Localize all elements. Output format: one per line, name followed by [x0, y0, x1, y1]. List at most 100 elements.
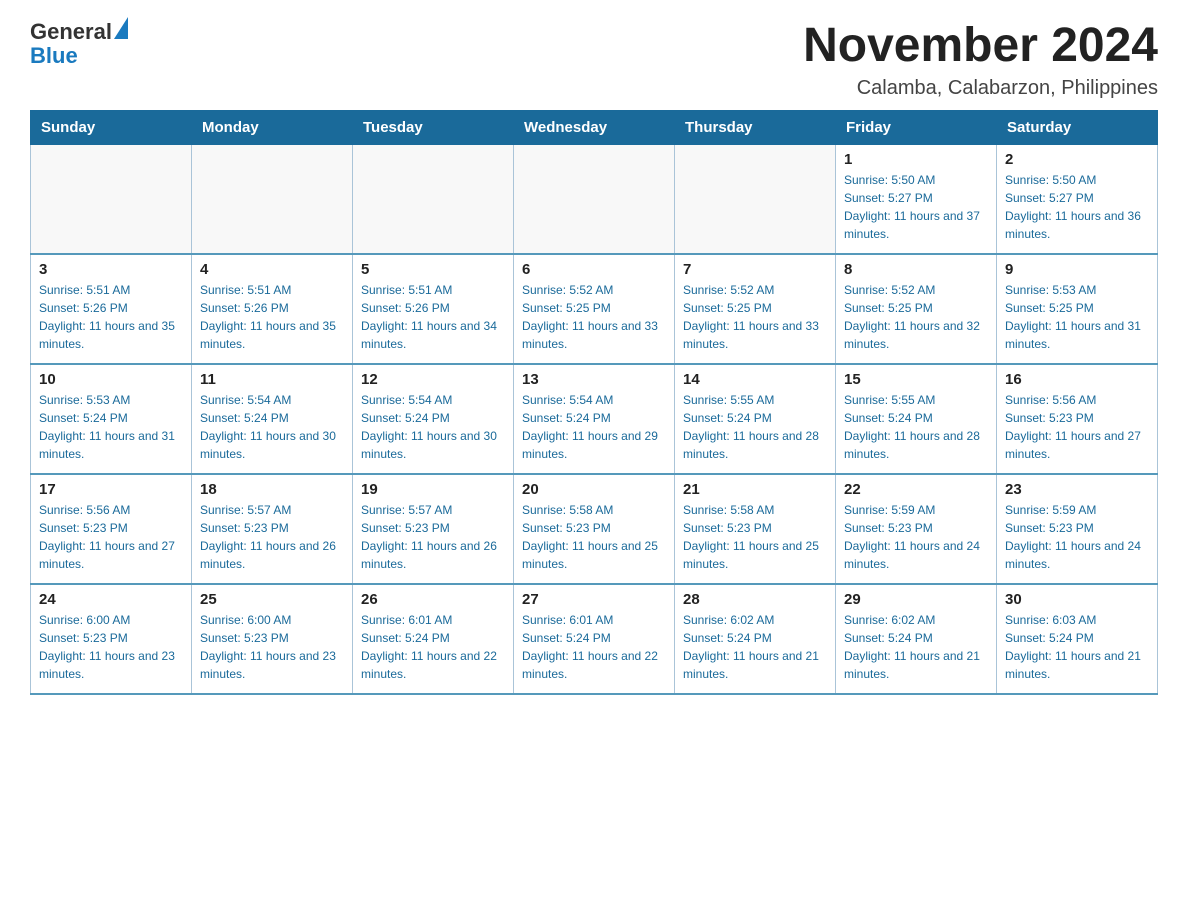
- day-number: 4: [200, 261, 344, 278]
- calendar-cell: 18Sunrise: 5:57 AMSunset: 5:23 PMDayligh…: [192, 474, 353, 584]
- calendar-cell: 13Sunrise: 5:54 AMSunset: 5:24 PMDayligh…: [514, 364, 675, 474]
- day-number: 2: [1005, 151, 1149, 168]
- day-number: 14: [683, 371, 827, 388]
- calendar-cell: 19Sunrise: 5:57 AMSunset: 5:23 PMDayligh…: [353, 474, 514, 584]
- sun-info: Sunrise: 5:52 AMSunset: 5:25 PMDaylight:…: [844, 281, 988, 353]
- calendar-cell: 15 Sunrise: 5:55 AMSunset: 5:24 PMDayligh…: [836, 364, 997, 474]
- sun-info: Sunrise: 5:58 AMSunset: 5:23 PMDaylight:…: [683, 501, 827, 573]
- weekday-header-monday: Monday: [192, 110, 353, 144]
- sun-info: Sunrise: 5:50 AMSunset: 5:27 PMDaylight:…: [844, 171, 988, 243]
- calendar-week-row: 1 Sunrise: 5:50 AMSunset: 5:27 PMDaylight…: [31, 144, 1158, 254]
- sun-info: Sunrise: 6:01 AMSunset: 5:24 PMDaylight:…: [522, 611, 666, 683]
- sun-info: Sunrise: 5:52 AMSunset: 5:25 PMDaylight:…: [522, 281, 666, 353]
- sun-info: Sunrise: 6:02 AMSunset: 5:24 PMDaylight:…: [683, 611, 827, 683]
- day-number: 20: [522, 481, 666, 498]
- day-number: 30: [1005, 591, 1149, 608]
- calendar-cell: 30 Sunrise: 6:03 AMSunset: 5:24 PMDayligh…: [997, 584, 1158, 694]
- logo-triangle-icon: [114, 17, 128, 39]
- day-number: 6: [522, 261, 666, 278]
- day-number: 13: [522, 371, 666, 388]
- sun-info: Sunrise: 6:00 AMSunset: 5:23 PMDaylight:…: [39, 611, 183, 683]
- sun-info: Sunrise: 5:53 AMSunset: 5:25 PMDaylight:…: [1005, 281, 1149, 353]
- calendar-cell: 24 Sunrise: 6:00 AMSunset: 5:23 PMDayligh…: [31, 584, 192, 694]
- day-number: 27: [522, 591, 666, 608]
- page-header: General Blue November 2024 Calamba, Cala…: [30, 20, 1158, 100]
- day-number: 1: [844, 151, 988, 168]
- location-title: Calamba, Calabarzon, Philippines: [803, 77, 1158, 100]
- calendar-cell: 17 Sunrise: 5:56 AMSunset: 5:23 PMDayligh…: [31, 474, 192, 584]
- weekday-header-tuesday: Tuesday: [353, 110, 514, 144]
- calendar-cell: 28 Sunrise: 6:02 AMSunset: 5:24 PMDayligh…: [675, 584, 836, 694]
- calendar-cell: 25 Sunrise: 6:00 AMSunset: 5:23 PMDayligh…: [192, 584, 353, 694]
- day-number: 15: [844, 371, 988, 388]
- calendar-week-row: 17 Sunrise: 5:56 AMSunset: 5:23 PMDayligh…: [31, 474, 1158, 584]
- logo: General Blue: [30, 20, 128, 68]
- calendar-cell: 23 Sunrise: 5:59 AMSunset: 5:23 PMDayligh…: [997, 474, 1158, 584]
- day-number: 25: [200, 591, 344, 608]
- sun-info: Sunrise: 5:52 AMSunset: 5:25 PMDaylight:…: [683, 281, 827, 353]
- calendar-cell: 9Sunrise: 5:53 AMSunset: 5:25 PMDaylight…: [997, 254, 1158, 364]
- calendar-cell: 2 Sunrise: 5:50 AMSunset: 5:27 PMDaylight…: [997, 144, 1158, 254]
- weekday-header-saturday: Saturday: [997, 110, 1158, 144]
- calendar-cell: 20 Sunrise: 5:58 AMSunset: 5:23 PMDayligh…: [514, 474, 675, 584]
- calendar-cell: 6 Sunrise: 5:52 AMSunset: 5:25 PMDaylight…: [514, 254, 675, 364]
- logo-area: General Blue: [30, 20, 128, 68]
- calendar-cell: 3Sunrise: 5:51 AMSunset: 5:26 PMDaylight…: [31, 254, 192, 364]
- sun-info: Sunrise: 5:54 AMSunset: 5:24 PMDaylight:…: [200, 391, 344, 463]
- calendar-cell: [192, 144, 353, 254]
- weekday-header-row: SundayMondayTuesdayWednesdayThursdayFrid…: [31, 110, 1158, 144]
- month-title: November 2024: [803, 20, 1158, 73]
- calendar-cell: 12 Sunrise: 5:54 AMSunset: 5:24 PMDayligh…: [353, 364, 514, 474]
- weekday-header-sunday: Sunday: [31, 110, 192, 144]
- weekday-header-wednesday: Wednesday: [514, 110, 675, 144]
- sun-info: Sunrise: 5:57 AMSunset: 5:23 PMDaylight:…: [200, 501, 344, 573]
- sun-info: Sunrise: 5:58 AMSunset: 5:23 PMDaylight:…: [522, 501, 666, 573]
- calendar-table: SundayMondayTuesdayWednesdayThursdayFrid…: [30, 110, 1158, 696]
- calendar-cell: 22Sunrise: 5:59 AMSunset: 5:23 PMDayligh…: [836, 474, 997, 584]
- day-number: 12: [361, 371, 505, 388]
- title-area: November 2024 Calamba, Calabarzon, Phili…: [803, 20, 1158, 100]
- calendar-cell: 5 Sunrise: 5:51 AMSunset: 5:26 PMDaylight…: [353, 254, 514, 364]
- day-number: 21: [683, 481, 827, 498]
- sun-info: Sunrise: 5:56 AMSunset: 5:23 PMDaylight:…: [1005, 391, 1149, 463]
- day-number: 8: [844, 261, 988, 278]
- calendar-cell: 8 Sunrise: 5:52 AMSunset: 5:25 PMDaylight…: [836, 254, 997, 364]
- calendar-cell: 7Sunrise: 5:52 AMSunset: 5:25 PMDaylight…: [675, 254, 836, 364]
- sun-info: Sunrise: 5:55 AMSunset: 5:24 PMDaylight:…: [683, 391, 827, 463]
- calendar-cell: [31, 144, 192, 254]
- sun-info: Sunrise: 5:53 AMSunset: 5:24 PMDaylight:…: [39, 391, 183, 463]
- sun-info: Sunrise: 5:51 AMSunset: 5:26 PMDaylight:…: [200, 281, 344, 353]
- sun-info: Sunrise: 5:51 AMSunset: 5:26 PMDaylight:…: [361, 281, 505, 353]
- logo-blue-text: Blue: [30, 43, 78, 68]
- day-number: 10: [39, 371, 183, 388]
- sun-info: Sunrise: 5:59 AMSunset: 5:23 PMDaylight:…: [844, 501, 988, 573]
- sun-info: Sunrise: 5:59 AMSunset: 5:23 PMDaylight:…: [1005, 501, 1149, 573]
- day-number: 5: [361, 261, 505, 278]
- day-number: 17: [39, 481, 183, 498]
- day-number: 24: [39, 591, 183, 608]
- calendar-cell: 11 Sunrise: 5:54 AMSunset: 5:24 PMDayligh…: [192, 364, 353, 474]
- day-number: 11: [200, 371, 344, 388]
- weekday-header-thursday: Thursday: [675, 110, 836, 144]
- calendar-cell: 21 Sunrise: 5:58 AMSunset: 5:23 PMDayligh…: [675, 474, 836, 584]
- sun-info: Sunrise: 5:57 AMSunset: 5:23 PMDaylight:…: [361, 501, 505, 573]
- day-number: 29: [844, 591, 988, 608]
- sun-info: Sunrise: 6:00 AMSunset: 5:23 PMDaylight:…: [200, 611, 344, 683]
- sun-info: Sunrise: 5:51 AMSunset: 5:26 PMDaylight:…: [39, 281, 183, 353]
- sun-info: Sunrise: 6:03 AMSunset: 5:24 PMDaylight:…: [1005, 611, 1149, 683]
- calendar-cell: 16 Sunrise: 5:56 AMSunset: 5:23 PMDayligh…: [997, 364, 1158, 474]
- sun-info: Sunrise: 5:54 AMSunset: 5:24 PMDaylight:…: [361, 391, 505, 463]
- calendar-cell: 14 Sunrise: 5:55 AMSunset: 5:24 PMDayligh…: [675, 364, 836, 474]
- calendar-cell: 4 Sunrise: 5:51 AMSunset: 5:26 PMDaylight…: [192, 254, 353, 364]
- sun-info: Sunrise: 6:01 AMSunset: 5:24 PMDaylight:…: [361, 611, 505, 683]
- calendar-week-row: 10 Sunrise: 5:53 AMSunset: 5:24 PMDayligh…: [31, 364, 1158, 474]
- day-number: 26: [361, 591, 505, 608]
- calendar-cell: 26 Sunrise: 6:01 AMSunset: 5:24 PMDayligh…: [353, 584, 514, 694]
- sun-info: Sunrise: 5:55 AMSunset: 5:24 PMDaylight:…: [844, 391, 988, 463]
- day-number: 16: [1005, 371, 1149, 388]
- day-number: 28: [683, 591, 827, 608]
- sun-info: Sunrise: 5:56 AMSunset: 5:23 PMDaylight:…: [39, 501, 183, 573]
- sun-info: Sunrise: 5:50 AMSunset: 5:27 PMDaylight:…: [1005, 171, 1149, 243]
- day-number: 23: [1005, 481, 1149, 498]
- calendar-week-row: 24 Sunrise: 6:00 AMSunset: 5:23 PMDayligh…: [31, 584, 1158, 694]
